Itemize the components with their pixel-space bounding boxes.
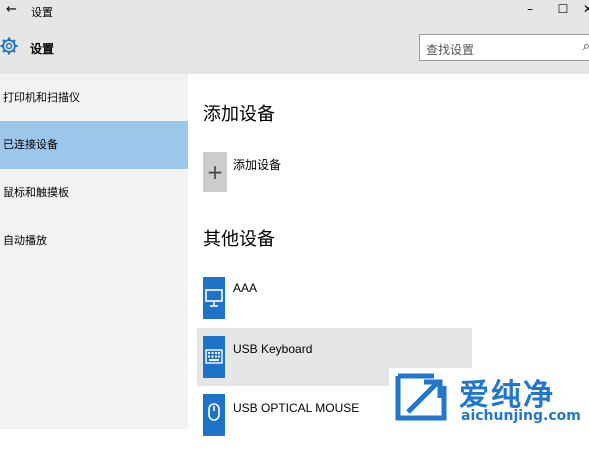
add-device-label[interactable]: 添加设备 [233, 156, 281, 173]
add-devices-heading: 添加设备 [203, 104, 275, 125]
device-item[interactable]: AAA [197, 275, 472, 333]
device-label: USB Keyboard [233, 342, 313, 356]
sidebar-item-connected-devices[interactable]: 已连接设备 [0, 121, 188, 169]
sidebar-item-label: 已连接设备 [3, 138, 58, 151]
watermark-url: aichunjing.com [461, 408, 581, 424]
sidebar-item-label: 自动播放 [3, 234, 47, 247]
search-icon[interactable]: ⌕ [583, 39, 589, 54]
device-label: USB OPTICAL MOUSE [233, 401, 360, 415]
watermark: 爱纯净 aichunjing.com [389, 368, 589, 429]
mouse-icon [203, 394, 225, 436]
device-label: AAA [233, 281, 258, 295]
sidebar-item-printers[interactable]: 打印机和扫描仪 [0, 74, 188, 122]
window-title: 设置 [31, 6, 53, 19]
search-placeholder: 查找设置 [426, 43, 475, 57]
search-box[interactable]: 查找设置 ⌕ [419, 34, 589, 61]
sidebar-item-mouse-touchpad[interactable]: 鼠标和触摸板 [0, 169, 188, 217]
close-button[interactable]: ✕ [578, 2, 589, 16]
sidebar-item-label: 鼠标和触摸板 [3, 186, 69, 199]
sidebar: 打印机和扫描仪 已连接设备 鼠标和触摸板 自动播放 [0, 74, 188, 429]
back-arrow-icon[interactable]: ← [6, 2, 17, 17]
other-devices-heading: 其他设备 [203, 229, 275, 250]
sidebar-item-label: 打印机和扫描仪 [3, 91, 80, 104]
app-header: 设置 查找设置 ⌕ [0, 22, 589, 74]
monitor-icon [203, 277, 225, 319]
app-name: 设置 [30, 42, 55, 56]
title-bar: ← 设置 – ☐ ✕ [0, 0, 589, 22]
watermark-logo-icon [395, 373, 447, 421]
sidebar-item-autoplay[interactable]: 自动播放 [0, 217, 188, 265]
maximize-button[interactable]: ☐ [553, 2, 573, 16]
add-device-button[interactable]: + [203, 152, 227, 192]
gear-icon [0, 37, 18, 55]
minimize-button[interactable]: – [520, 2, 540, 16]
keyboard-icon [203, 336, 225, 378]
